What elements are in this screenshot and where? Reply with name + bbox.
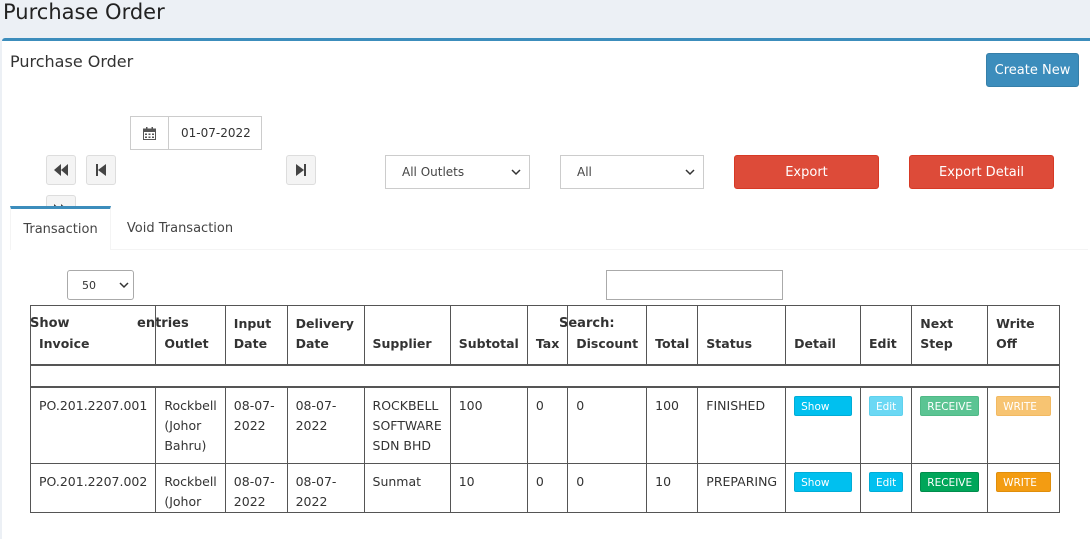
table-row: PO.201.2207.002 Rockbell (Johor 08-07-202… bbox=[29, 463, 1060, 513]
col-write-off[interactable]: Write Off bbox=[987, 305, 1060, 366]
cell-discount: 0 bbox=[567, 463, 648, 513]
receive-button[interactable]: RECEIVE bbox=[920, 395, 980, 416]
cell-tax: 0 bbox=[526, 386, 569, 464]
col-detail[interactable]: Detail bbox=[785, 305, 861, 366]
cell-subtotal: 10 bbox=[449, 463, 528, 513]
cell-outlet: Rockbell (Johor Bahru) bbox=[155, 386, 226, 464]
write-off-button[interactable]: WRITE OFF bbox=[996, 395, 1051, 433]
cell-write-off: WRITE OFF bbox=[987, 463, 1060, 513]
cell-detail: Show Details bbox=[785, 386, 861, 464]
col-edit[interactable]: Edit bbox=[859, 305, 913, 366]
cell-input-date: 08-07-2022 bbox=[224, 386, 288, 464]
cell-next-step: RECEIVE bbox=[911, 463, 989, 513]
col-supplier[interactable]: Supplier bbox=[363, 305, 451, 366]
cell-supplier: Sunmat bbox=[363, 463, 451, 513]
cell-edit: Edit bbox=[859, 386, 913, 464]
col-tax[interactable]: Tax bbox=[526, 305, 569, 366]
edit-button[interactable]: Edit bbox=[868, 472, 904, 492]
table-header-row: Invoice Outlet Input Date Delivery Date Su… bbox=[29, 305, 1060, 366]
col-input-date[interactable]: Input Date bbox=[224, 305, 288, 366]
receive-button[interactable]: RECEIVE bbox=[920, 472, 980, 492]
table-row: PO.201.2207.001 Rockbell (Johor Bahru) 08-… bbox=[29, 386, 1060, 464]
cell-write-off: WRITE OFF bbox=[987, 386, 1060, 464]
cell-outlet: Rockbell (Johor bbox=[155, 463, 226, 513]
purchase-order-table: Invoice Outlet Input Date Delivery Date Su… bbox=[29, 305, 1060, 513]
col-subtotal[interactable]: Subtotal bbox=[449, 305, 528, 366]
cell-supplier: ROCKBELL SOFTWARE SDN BHD bbox=[363, 386, 451, 464]
cell-discount: 0 bbox=[567, 386, 648, 464]
col-delivery-date[interactable]: Delivery Date bbox=[286, 305, 365, 366]
cell-status: FINISHED bbox=[697, 386, 787, 464]
show-details-button[interactable]: Show Details bbox=[794, 472, 852, 509]
cell-delivery-date: 08-07-2022 bbox=[286, 386, 365, 464]
cell-input-date: 08-07-2022 bbox=[224, 463, 288, 513]
table-wrapper: Invoice Outlet Input Date Delivery Date Su… bbox=[0, 0, 1060, 539]
cell-next-step: RECEIVE bbox=[911, 386, 989, 464]
cell-total: 100 bbox=[646, 386, 699, 464]
col-total[interactable]: Total bbox=[646, 305, 699, 366]
table-spacer-row bbox=[30, 364, 1060, 388]
edit-button[interactable]: Edit bbox=[868, 395, 904, 416]
col-next-step[interactable]: Next Step bbox=[911, 305, 989, 366]
cell-total: 10 bbox=[646, 463, 699, 513]
cell-invoice: PO.201.2207.001 bbox=[29, 386, 157, 464]
cell-invoice: PO.201.2207.002 bbox=[29, 463, 157, 513]
write-off-button[interactable]: WRITE OFF bbox=[996, 472, 1051, 509]
col-outlet[interactable]: Outlet bbox=[155, 305, 226, 366]
col-discount[interactable]: Discount bbox=[567, 305, 648, 366]
cell-edit: Edit bbox=[859, 463, 913, 513]
show-details-button[interactable]: Show Details bbox=[794, 395, 852, 433]
col-status[interactable]: Status bbox=[697, 305, 787, 366]
cell-tax: 0 bbox=[526, 463, 569, 513]
cell-detail: Show Details bbox=[785, 463, 861, 513]
cell-delivery-date: 08-07-2022 bbox=[286, 463, 365, 513]
col-invoice[interactable]: Invoice bbox=[29, 305, 157, 366]
cell-status: PREPARING bbox=[697, 463, 787, 513]
cell-subtotal: 100 bbox=[449, 386, 528, 464]
